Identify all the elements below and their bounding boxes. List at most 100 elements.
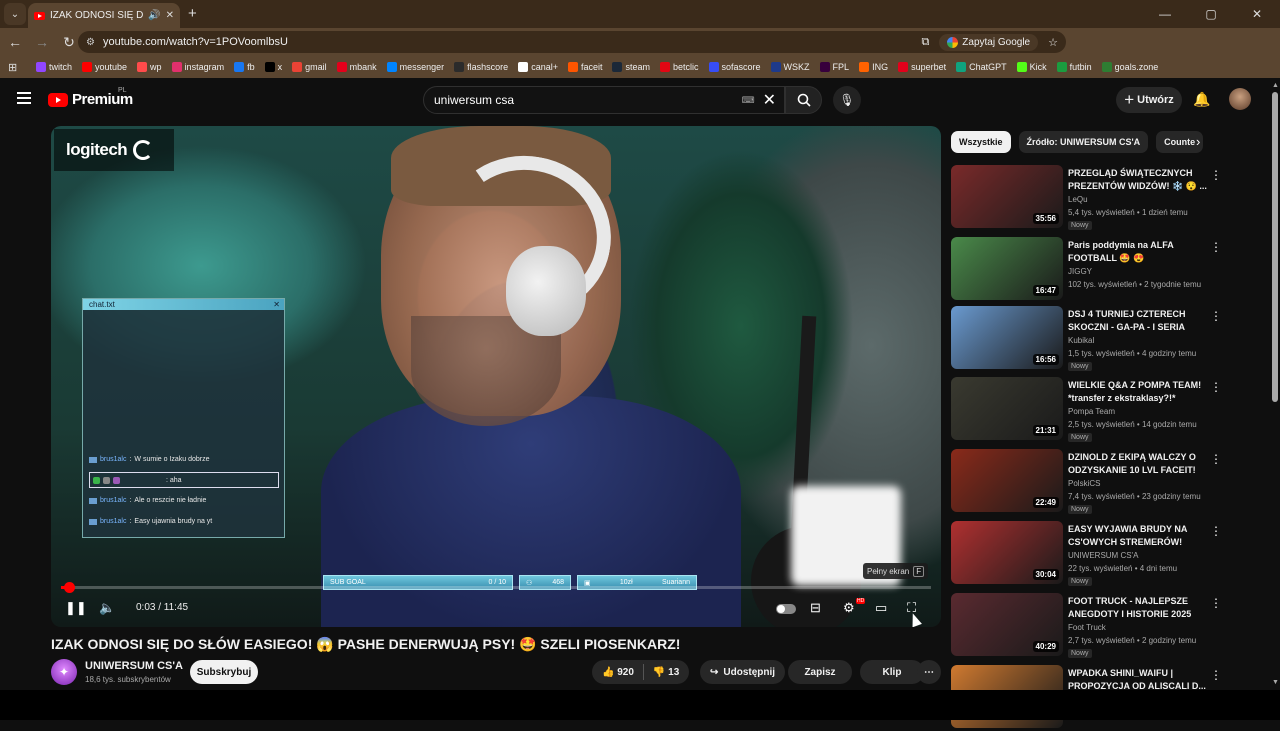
recommended-video-title[interactable]: DSJ 4 TURNIEJ CZTERECH SKOCZNI - GA-PA -… (1068, 308, 1208, 334)
bookmark-item[interactable]: gmail (292, 62, 327, 72)
recommended-channel-name[interactable]: LeQu (1068, 195, 1088, 204)
video-thumbnail[interactable]: 30:04 (951, 521, 1063, 584)
notifications-bell-icon[interactable]: 🔔 (1193, 91, 1210, 108)
chips-next-icon[interactable]: › (1196, 134, 1200, 149)
recommended-video-title[interactable]: PRZEGLĄD ŚWIĄTECZNYCH PREZENTÓW WIDZÓW! … (1068, 167, 1208, 193)
dislike-button[interactable]: 👎 13 (653, 667, 679, 678)
subtitles-icon[interactable]: ⊟ (810, 600, 821, 616)
tab-search-button[interactable]: ⌄ (4, 3, 26, 25)
scrubber-handle[interactable] (64, 582, 76, 593)
bookmark-item[interactable]: youtube (82, 62, 127, 72)
filter-chip[interactable]: Źródło: UNIWERSUM CS'A (1018, 131, 1149, 153)
back-button[interactable]: ← (3, 34, 27, 50)
bookmark-item[interactable]: FPL (819, 62, 849, 72)
browser-tab[interactable]: IZAK ODNOSI SIĘ DO SŁÓW 🔊 ✕ (28, 3, 180, 28)
share-button[interactable]: ↪ Udostępnij (700, 660, 786, 684)
bookmark-item[interactable]: ING (859, 62, 888, 72)
bookmark-star-icon[interactable]: ☆ (1048, 36, 1058, 49)
menu-hamburger-icon[interactable] (17, 92, 31, 107)
bookmark-item[interactable]: twitch (36, 62, 72, 72)
ask-google-button[interactable]: Zapytaj Google (939, 33, 1039, 51)
more-options-icon[interactable]: ⋮ (1210, 525, 1222, 537)
bookmark-item[interactable]: x (264, 62, 282, 72)
apps-grid-icon[interactable]: ⊞ (8, 61, 22, 74)
more-options-icon[interactable]: ⋮ (1210, 453, 1222, 465)
bookmark-item[interactable]: mbank (336, 62, 377, 72)
more-actions-button[interactable]: ⋯ (917, 660, 941, 684)
save-button[interactable]: Zapisz (788, 660, 852, 684)
video-thumbnail[interactable]: 16:56 (951, 306, 1063, 369)
page-scrollbar[interactable]: ▲ ▼ (1270, 78, 1280, 690)
keyboard-icon[interactable]: ⌨ (742, 95, 755, 106)
search-button[interactable] (785, 86, 822, 114)
cast-icon[interactable]: ⧉ (921, 36, 929, 49)
recommended-channel-name[interactable]: Pompa Team (1068, 407, 1115, 416)
bookmark-item[interactable]: goals.zone (1101, 62, 1158, 72)
clip-button[interactable]: Klip (860, 660, 924, 684)
bookmark-item[interactable]: ChatGPT (956, 62, 1007, 72)
more-options-icon[interactable]: ⋮ (1210, 310, 1222, 322)
recommended-video[interactable]: 30:04 EASY WYJAWIA BRUDY NA CS'OWYCH STRE… (951, 521, 1222, 587)
tab-close-icon[interactable]: ✕ (166, 10, 174, 21)
more-options-icon[interactable]: ⋮ (1210, 597, 1222, 609)
site-info-icon[interactable]: ⚙ (86, 37, 95, 48)
clear-search-icon[interactable]: ✕ (763, 90, 776, 110)
bookmark-item[interactable]: WSKZ (770, 62, 810, 72)
recommended-video[interactable]: 21:31 WIELKIE Q&A Z POMPA TEAM! *transfer… (951, 377, 1222, 443)
pause-icon[interactable]: ❚❚ (65, 600, 87, 616)
create-button[interactable]: + Utwórz (1116, 87, 1182, 113)
scrollbar-thumb[interactable] (1272, 92, 1278, 402)
channel-avatar[interactable]: ✦ (51, 659, 77, 685)
theater-mode-icon[interactable]: ▭ (875, 600, 887, 616)
recommended-video-title[interactable]: DZINOLD Z EKIPĄ WALCZY O ODZYSKANIE 10 L… (1068, 451, 1208, 477)
video-thumbnail[interactable]: 21:31 (951, 377, 1063, 440)
voice-search-mic-icon[interactable]: 🎙 (833, 86, 861, 114)
autoplay-toggle[interactable] (776, 604, 796, 614)
bookmark-item[interactable]: fb (234, 62, 255, 72)
recommended-video-title[interactable]: FOOT TRUCK - NAJLEPSZE ANEGDOTY I HISTOR… (1068, 595, 1208, 621)
forward-button[interactable]: → (30, 34, 54, 50)
recommended-video-title[interactable]: EASY WYJAWIA BRUDY NA CS'OWYCH STREMERÓW… (1068, 523, 1208, 549)
more-options-icon[interactable]: ⋮ (1210, 669, 1222, 681)
bookmark-item[interactable]: steam (612, 62, 650, 72)
window-close-button[interactable]: ✕ (1234, 0, 1280, 28)
recommended-video[interactable]: 16:47 Paris poddymia na ALFA FOOTBALL 🤩 😍… (951, 237, 1222, 303)
new-tab-button[interactable]: + (188, 5, 197, 22)
progress-bar[interactable] (61, 582, 931, 593)
bookmark-item[interactable]: futbin (1056, 62, 1092, 72)
recommended-channel-name[interactable]: UNIWERSUM CS'A (1068, 551, 1138, 560)
recommended-channel-name[interactable]: Foot Truck (1068, 623, 1106, 632)
bookmark-item[interactable]: flashscore (454, 62, 508, 72)
bookmark-item[interactable]: faceit (567, 62, 602, 72)
recommended-channel-name[interactable]: PolskiCS (1068, 479, 1100, 488)
video-thumbnail[interactable]: 22:49 (951, 449, 1063, 512)
bookmark-item[interactable]: instagram (171, 62, 224, 72)
volume-icon[interactable]: 🔈 (99, 600, 115, 616)
channel-name[interactable]: UNIWERSUM CS'A (85, 660, 183, 672)
video-thumbnail[interactable]: 35:56 (951, 165, 1063, 228)
user-avatar[interactable] (1229, 88, 1251, 110)
more-options-icon[interactable]: ⋮ (1210, 169, 1222, 181)
scroll-up-icon[interactable]: ▲ (1272, 82, 1279, 89)
bookmark-item[interactable]: Kick (1016, 62, 1047, 72)
search-input[interactable]: uniwersum csa ⌨ ✕ (423, 86, 785, 114)
recommended-video-title[interactable]: Paris poddymia na ALFA FOOTBALL 🤩 😍 (1068, 239, 1208, 265)
scroll-down-icon[interactable]: ▼ (1272, 679, 1279, 686)
recommended-video[interactable]: 22:49 DZINOLD Z EKIPĄ WALCZY O ODZYSKANIE… (951, 449, 1222, 515)
bookmark-item[interactable]: superbet (898, 62, 946, 72)
settings-gear-icon[interactable]: ⚙ (843, 600, 855, 616)
recommended-video[interactable]: 16:56 DSJ 4 TURNIEJ CZTERECH SKOCZNI - GA… (951, 306, 1222, 372)
maximize-button[interactable]: ▢ (1188, 0, 1234, 28)
video-thumbnail[interactable]: 16:47 (951, 237, 1063, 300)
video-player[interactable]: logitech chat.txt ✕ brus1alc: W sumie o I… (51, 126, 941, 627)
bookmark-item[interactable]: betclic (660, 62, 699, 72)
recommended-video[interactable]: 40:29 FOOT TRUCK - NAJLEPSZE ANEGDOTY I H… (951, 593, 1222, 659)
subscribe-button[interactable]: Subskrybuj (190, 660, 258, 684)
address-bar[interactable]: ⚙ youtube.com/watch?v=1POVoomlbsU ⧉ Zapy… (78, 31, 1066, 53)
filter-chip[interactable]: Wszystkie (951, 131, 1011, 153)
recommended-channel-name[interactable]: JIGGY (1068, 267, 1092, 276)
more-options-icon[interactable]: ⋮ (1210, 241, 1222, 253)
youtube-premium-logo[interactable]: Premium PL (48, 87, 133, 108)
bookmark-item[interactable]: messenger (386, 62, 444, 72)
like-button[interactable]: 👍 920 (602, 667, 634, 678)
